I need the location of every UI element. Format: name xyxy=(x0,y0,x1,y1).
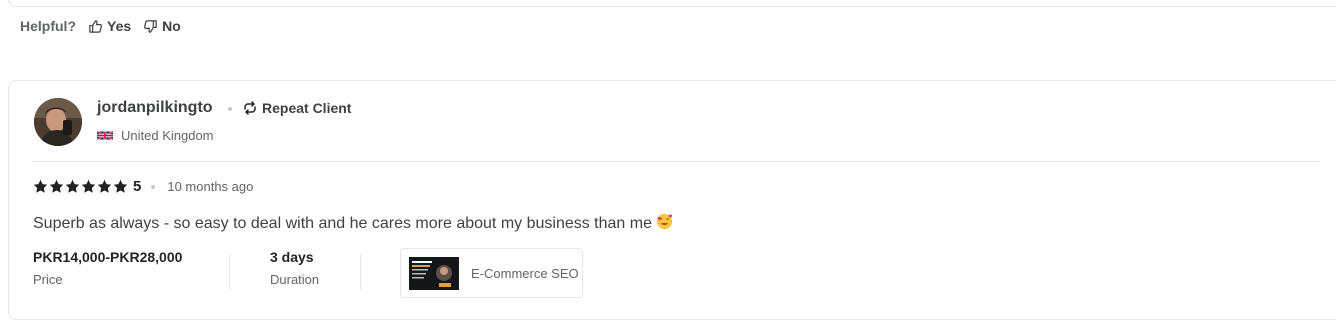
gig-thumbnail xyxy=(409,256,459,290)
gig-link[interactable]: E-Commerce SEO xyxy=(400,248,583,298)
separator-dot xyxy=(228,107,232,111)
duration-block: 3 days Duration xyxy=(270,249,319,287)
meta-divider xyxy=(360,254,361,290)
thumbs-down-icon xyxy=(144,19,157,33)
review-text: Superb as always - so easy to deal with … xyxy=(33,213,673,233)
review-time: 10 months ago xyxy=(167,179,254,194)
review-body: Superb as always - so easy to deal with … xyxy=(33,215,652,232)
helpful-yes-button[interactable]: Yes xyxy=(88,18,131,34)
helpful-bar: Helpful? Yes No xyxy=(20,18,181,34)
repeat-client-label: Repeat Client xyxy=(262,100,352,116)
duration-label: Duration xyxy=(270,272,320,287)
price-block: PKR14,000-PKR28,000 Price xyxy=(33,249,182,287)
helpful-yes-label: Yes xyxy=(107,18,132,34)
helpful-no-button[interactable]: No xyxy=(143,18,181,34)
repeat-icon xyxy=(244,101,256,115)
star-icon xyxy=(65,179,80,193)
rating-value: 5 xyxy=(133,178,142,195)
helpful-question: Helpful? xyxy=(20,18,76,34)
separator-dot xyxy=(151,184,156,189)
review-card: jordanpilkingto Repeat Client United Kin… xyxy=(8,80,1336,320)
rating-row: 5 10 months ago xyxy=(33,178,253,195)
uk-flag-icon xyxy=(97,130,113,141)
star-icon xyxy=(97,179,112,193)
avatar-photo xyxy=(34,98,82,146)
star-icon xyxy=(49,179,64,193)
star-icon xyxy=(81,179,96,193)
duration-value: 3 days xyxy=(270,249,314,265)
smiling-face-with-hearts-icon xyxy=(656,213,673,230)
divider xyxy=(33,161,1320,162)
meta-divider xyxy=(229,254,230,290)
reviewer-country: United Kingdom xyxy=(97,128,214,143)
country-name: United Kingdom xyxy=(121,128,214,143)
previous-review-card xyxy=(8,0,1336,7)
thumbs-up-icon xyxy=(89,19,102,33)
helpful-no-label: No xyxy=(162,18,181,34)
star-icon xyxy=(113,179,128,193)
price-label: Price xyxy=(33,272,63,287)
repeat-client-badge: Repeat Client xyxy=(242,100,351,116)
reviewer-username[interactable]: jordanpilkingto xyxy=(97,99,213,117)
star-rating xyxy=(33,179,128,194)
gig-title: E-Commerce SEO xyxy=(471,265,579,281)
avatar[interactable] xyxy=(34,98,82,146)
price-value: PKR14,000-PKR28,000 xyxy=(33,249,183,265)
star-icon xyxy=(33,179,48,193)
